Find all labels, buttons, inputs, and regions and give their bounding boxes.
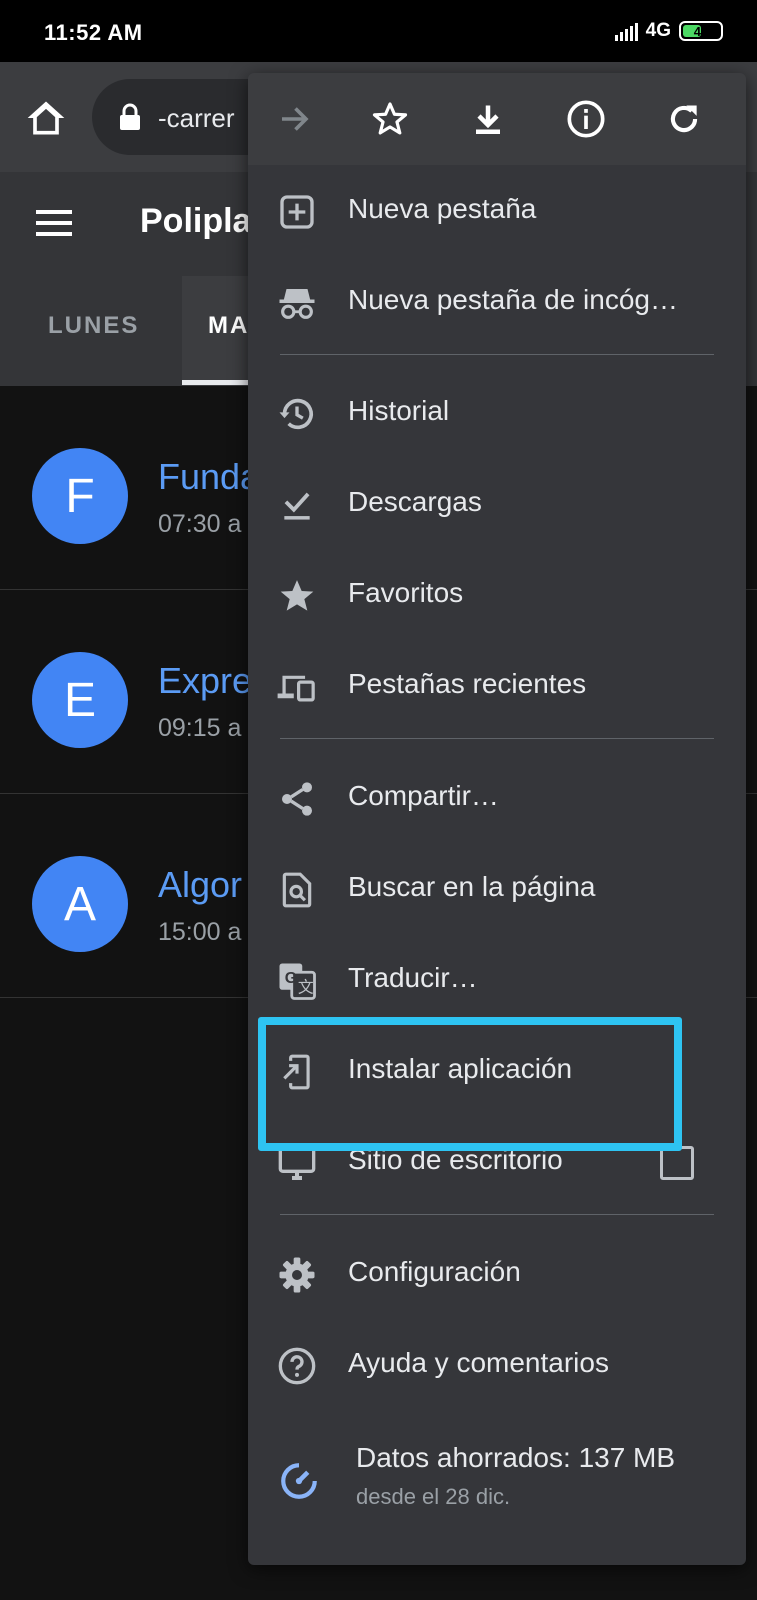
info-icon [567, 100, 605, 138]
network-type: 4G [645, 20, 671, 41]
forward-button[interactable] [272, 97, 316, 141]
star-icon [280, 580, 314, 611]
menu-item-label: Configuración [348, 1256, 521, 1287]
item-time: 15:00 a [158, 918, 242, 946]
menu-item-label: Favoritos [348, 577, 464, 608]
menu-item-label: Nueva pestaña de incóg… [348, 284, 678, 315]
menu-item-label: Historial [348, 395, 450, 426]
menu-item-new-tab[interactable]: Nueva pestaña [248, 165, 746, 257]
data-saver-icon [281, 1463, 317, 1499]
menu-item-label: Compartir… [348, 780, 499, 811]
menu-item-label: Pestañas recientes [348, 668, 587, 699]
menu-icon[interactable] [36, 210, 72, 236]
home-icon [27, 101, 65, 135]
menu-item-settings[interactable]: Configuración [248, 1228, 746, 1320]
item-title: Funda [158, 456, 261, 497]
menu-item-recent-tabs[interactable]: Pestañas recientes [248, 640, 746, 732]
svg-text:G: G [285, 970, 297, 987]
item-time: 07:30 a [158, 510, 242, 538]
browser-overflow-menu: Nueva pestaña Nueva pestaña de incóg… Hi… [248, 73, 746, 1565]
tab-lunes[interactable]: LUNES [48, 312, 139, 340]
incognito-icon [279, 289, 315, 319]
menu-divider [280, 1214, 714, 1215]
avatar: F [32, 448, 128, 544]
data-saver-subtitle: desde el 28 dic. [356, 1484, 511, 1509]
menu-divider [280, 738, 714, 739]
avatar: E [32, 652, 128, 748]
menu-item-label: Nueva pestaña [348, 193, 537, 224]
battery-icon: 48 [679, 21, 723, 41]
avatar: A [32, 856, 128, 952]
menu-item-data-saver[interactable]: Datos ahorrados: 137 MB desde el 28 dic. [248, 1420, 746, 1540]
item-title: Algor [158, 864, 243, 905]
menu-item-translate[interactable]: G文 Traducir… [248, 934, 746, 1026]
page-title: Polipla [140, 202, 252, 240]
svg-text:文: 文 [298, 978, 314, 996]
refresh-button[interactable] [662, 97, 706, 141]
data-saver-title: Datos ahorrados: 137 MB [356, 1442, 676, 1473]
url-text: -carrer [158, 103, 235, 133]
downloads-icon [284, 492, 310, 520]
menu-item-label: Ayuda y comentarios [348, 1347, 609, 1378]
settings-icon [279, 1257, 315, 1293]
signal-icon [614, 21, 638, 41]
desktop-site-checkbox[interactable] [660, 1146, 694, 1180]
history-icon [279, 398, 313, 430]
forward-icon [282, 107, 309, 131]
menu-item-new-incognito-tab[interactable]: Nueva pestaña de incóg… [248, 256, 746, 348]
find-in-page-icon [282, 872, 312, 908]
help-icon [278, 1347, 316, 1385]
new-tab-icon [280, 195, 314, 229]
item-time: 09:15 a [158, 714, 242, 742]
battery-level: 48 [693, 23, 709, 39]
tab-martes[interactable]: MA [208, 312, 249, 340]
share-icon [282, 782, 312, 816]
menu-toolbar [248, 73, 746, 165]
tab-indicator [182, 380, 252, 385]
menu-item-bookmarks[interactable]: Favoritos [248, 549, 746, 641]
translate-icon: G文 [279, 963, 316, 1000]
highlight-box [258, 1017, 682, 1151]
page-info-button[interactable] [564, 97, 608, 141]
home-button[interactable] [24, 96, 68, 140]
menu-item-label: Traducir… [348, 962, 478, 993]
menu-divider [280, 354, 714, 355]
menu-item-history[interactable]: Historial [248, 367, 746, 459]
menu-item-help[interactable]: Ayuda y comentarios [248, 1319, 746, 1411]
status-icons: 4G 48 [614, 20, 723, 42]
menu-item-find-in-page[interactable]: Buscar en la página [248, 843, 746, 935]
item-title: Expre [158, 660, 253, 701]
menu-item-label: Buscar en la página [348, 871, 596, 902]
menu-item-label: Descargas [348, 486, 482, 517]
bookmark-button[interactable] [368, 97, 412, 141]
menu-item-downloads[interactable]: Descargas [248, 458, 746, 550]
lock-icon [120, 103, 140, 130]
refresh-icon [670, 105, 698, 133]
star-outline-icon [372, 102, 408, 135]
status-time: 11:52 AM [44, 20, 143, 45]
devices-icon [277, 675, 315, 702]
download-icon [476, 105, 500, 134]
menu-item-share[interactable]: Compartir… [248, 752, 746, 844]
status-bar: 11:52 AM 4G 48 [0, 0, 757, 62]
download-button[interactable] [466, 97, 510, 141]
